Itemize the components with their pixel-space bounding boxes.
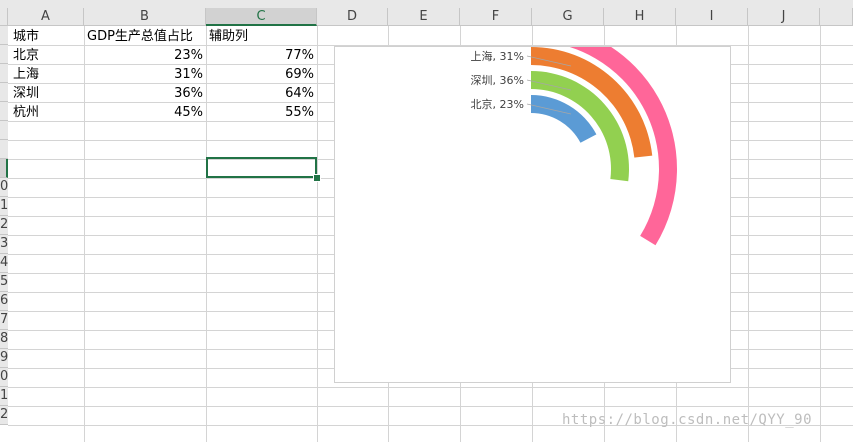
watermark-text: https://blog.csdn.net/QYY_90 <box>562 412 813 428</box>
row-header[interactable]: 0 <box>0 178 8 197</box>
row-header[interactable]: 6 <box>0 292 8 311</box>
select-all-corner[interactable] <box>0 8 8 26</box>
column-header-f[interactable]: F <box>460 8 532 26</box>
spreadsheet[interactable]: ABCDEFGHIJ 0123456789012 城市 GDP生产总值占比 辅助… <box>0 0 853 442</box>
grid-vline <box>317 26 318 442</box>
doughnut-chart[interactable]: 北京, 23%深圳, 36%上海, 31%杭州, 45% <box>334 23 731 383</box>
cell-c4[interactable]: 64% <box>206 84 317 103</box>
column-header-g[interactable]: G <box>532 8 604 26</box>
row-header[interactable]: 7 <box>0 311 8 330</box>
grid-vline <box>820 26 821 442</box>
row-header[interactable] <box>0 64 8 83</box>
column-header-b[interactable]: B <box>84 8 206 26</box>
cell-b4[interactable]: 36% <box>84 84 206 103</box>
row-header[interactable] <box>0 159 8 178</box>
fill-handle[interactable] <box>313 174 321 182</box>
grid-hline <box>8 406 853 407</box>
column-header-j[interactable]: J <box>748 8 820 26</box>
row-header[interactable]: 1 <box>0 197 8 216</box>
chart-svg: 北京, 23%深圳, 36%上海, 31%杭州, 45% <box>471 23 677 246</box>
row-header[interactable]: 5 <box>0 273 8 292</box>
column-header-c[interactable]: C <box>206 8 317 26</box>
row-header[interactable] <box>0 121 8 140</box>
cell-c2[interactable]: 77% <box>206 46 317 65</box>
data-label: 上海, 31% <box>471 49 524 63</box>
grid-vline <box>748 26 749 442</box>
cell-a1[interactable]: 城市 <box>10 27 84 46</box>
row-header[interactable]: 0 <box>0 368 8 387</box>
row-header[interactable]: 2 <box>0 216 8 235</box>
column-header-d[interactable]: D <box>317 8 388 26</box>
row-header[interactable] <box>0 45 8 64</box>
column-header-i[interactable]: I <box>676 8 748 26</box>
active-cell-selection[interactable] <box>206 157 317 178</box>
cell-a2[interactable]: 北京 <box>10 46 84 65</box>
data-label: 北京, 23% <box>471 97 524 111</box>
cell-b2[interactable]: 23% <box>84 46 206 65</box>
row-header[interactable] <box>0 140 8 159</box>
cell-b3[interactable]: 31% <box>84 65 206 84</box>
row-header[interactable]: 2 <box>0 406 8 425</box>
row-header[interactable] <box>0 83 8 102</box>
row-header[interactable]: 8 <box>0 330 8 349</box>
row-header[interactable]: 1 <box>0 387 8 406</box>
row-header[interactable]: 4 <box>0 254 8 273</box>
column-header-k[interactable] <box>820 8 853 26</box>
grid-hline <box>8 387 853 388</box>
column-header-h[interactable]: H <box>604 8 676 26</box>
cell-b1[interactable]: GDP生产总值占比 <box>84 27 206 46</box>
cell-a4[interactable]: 深圳 <box>10 84 84 103</box>
ribbon-edge <box>0 0 853 8</box>
cell-c1[interactable]: 辅助列 <box>206 27 317 46</box>
row-header[interactable]: 3 <box>0 235 8 254</box>
row-header[interactable] <box>0 102 8 121</box>
cell-c3[interactable]: 69% <box>206 65 317 84</box>
cell-a5[interactable]: 杭州 <box>10 103 84 122</box>
row-header[interactable] <box>0 26 8 45</box>
cell-a3[interactable]: 上海 <box>10 65 84 84</box>
column-header-a[interactable]: A <box>8 8 84 26</box>
data-label: 深圳, 36% <box>471 74 524 87</box>
column-header-e[interactable]: E <box>388 8 460 26</box>
cell-b5[interactable]: 45% <box>84 103 206 122</box>
cell-c5[interactable]: 55% <box>206 103 317 122</box>
row-header[interactable]: 9 <box>0 349 8 368</box>
